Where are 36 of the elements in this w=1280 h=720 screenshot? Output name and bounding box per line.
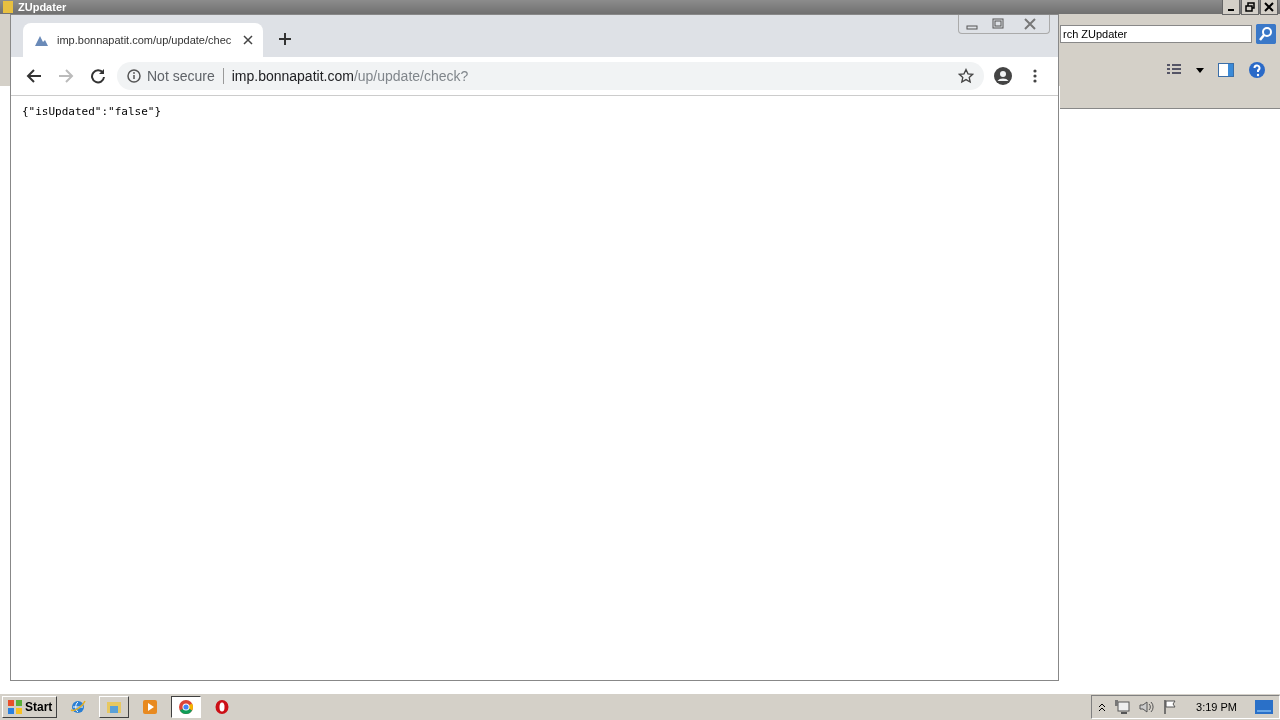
folder-icon [106,699,123,715]
chevron-up-icon[interactable] [1098,702,1107,712]
folder-icon [2,0,14,14]
speaker-icon[interactable] [1138,699,1155,715]
ring-logo-icon [214,699,231,715]
url-text: imp.bonnapatit.com/up/update/check? [231,68,469,84]
menu-icon[interactable] [1033,68,1037,84]
back-arrow-icon[interactable] [26,68,42,84]
preview-pane-icon[interactable] [1218,63,1234,77]
restore-icon[interactable] [1245,2,1255,12]
dropdown-arrow-icon[interactable] [1196,67,1204,73]
browser-logo-icon [178,699,195,715]
search-field[interactable]: rch ZUpdater [1060,25,1252,43]
info-icon[interactable] [127,69,141,83]
play-icon [142,699,159,715]
new-tab-icon[interactable] [278,32,292,46]
profile-icon[interactable] [993,66,1013,86]
close-icon[interactable] [243,35,253,45]
browser-tab[interactable]: imp.bonnapatit.com/up/update/chec [23,23,263,57]
network-icon[interactable] [1114,699,1131,715]
close-icon[interactable] [1264,2,1274,12]
flag-icon[interactable] [1162,699,1179,715]
taskbar-app-button[interactable] [171,696,202,718]
globe-icon [70,699,87,715]
windows-logo-icon [7,699,23,715]
search-icon[interactable] [1256,24,1276,44]
security-label: Not secure [147,68,215,84]
clock[interactable]: 3:19 PM [1196,701,1237,713]
reload-icon[interactable] [90,68,106,84]
window-title: ZUpdater [18,0,67,14]
help-icon[interactable] [1248,61,1266,79]
star-icon[interactable] [958,68,974,84]
address-bar[interactable]: Not secure imp.bonnapatit.com/up/update/check? [117,62,984,90]
view-list-icon[interactable] [1166,63,1182,77]
json-text: {"isUpdated":"false"} [22,105,162,118]
start-button[interactable]: Start [2,696,58,718]
